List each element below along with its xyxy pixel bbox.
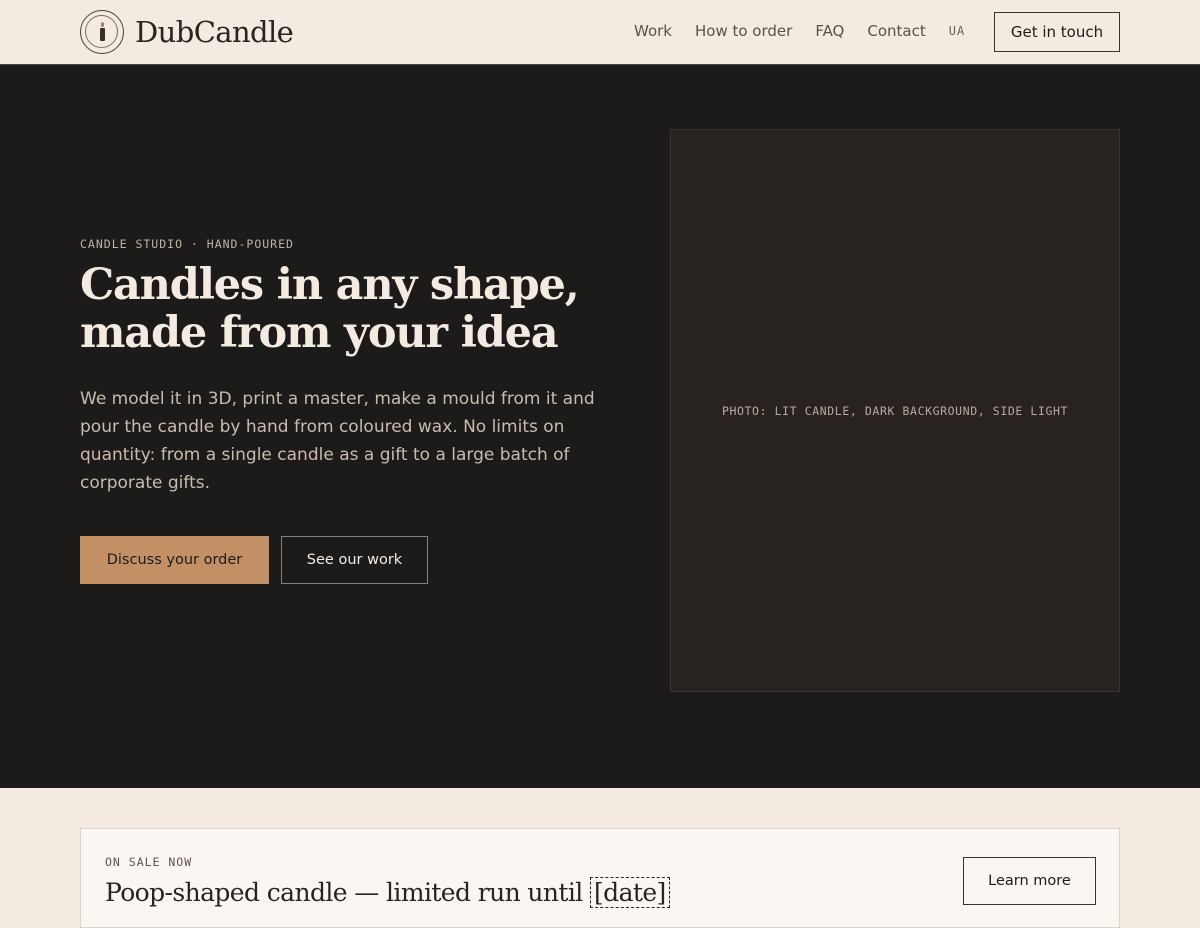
hero-eyebrow: CANDLE STUDIO · HAND-POURED xyxy=(80,237,294,251)
nav-how-to-order[interactable]: How to order xyxy=(695,22,792,40)
nav-contact[interactable]: Contact xyxy=(867,22,925,40)
sale-title: Poop-shaped candle — limited run until [… xyxy=(105,877,670,908)
nav-work[interactable]: Work xyxy=(634,22,672,40)
hero-photo-placeholder: PHOTO: LIT CANDLE, DARK BACKGROUND, SIDE… xyxy=(670,129,1120,692)
learn-more-button[interactable]: Learn more xyxy=(963,857,1096,905)
brand-name: DubCandle xyxy=(135,15,294,49)
hero-description: We model it in 3D, print a master, make … xyxy=(80,389,595,493)
photo-placeholder-caption: PHOTO: LIT CANDLE, DARK BACKGROUND, SIDE… xyxy=(721,403,1069,418)
sale-date-placeholder: [date] xyxy=(590,877,670,908)
hero-section: CANDLE STUDIO · HAND-POURED Candles in a… xyxy=(0,65,1200,788)
site-header: DubCandle Work How to order FAQ Contact … xyxy=(0,0,1200,65)
logo[interactable]: DubCandle xyxy=(80,10,294,54)
discuss-order-button[interactable]: Discuss your order xyxy=(80,536,269,584)
language-switch[interactable]: UA xyxy=(949,24,965,38)
nav-faq[interactable]: FAQ xyxy=(815,22,844,40)
hero-title-line-1: Candles in any shape, xyxy=(80,260,580,310)
sale-banner: ON SALE NOW Poop-shaped candle — limited… xyxy=(80,828,1120,928)
candle-logo-icon xyxy=(80,10,124,54)
hero-title-line-2: made from your idea xyxy=(80,308,559,358)
sale-eyebrow: ON SALE NOW xyxy=(105,855,193,869)
get-in-touch-button[interactable]: Get in touch xyxy=(994,12,1120,52)
sale-title-text: Poop-shaped candle — limited run until xyxy=(105,878,583,907)
main-nav: Work How to order FAQ Contact UA xyxy=(634,22,965,40)
see-work-button[interactable]: See our work xyxy=(281,536,428,584)
hero-title: Candles in any shape, made from your ide… xyxy=(80,261,640,357)
